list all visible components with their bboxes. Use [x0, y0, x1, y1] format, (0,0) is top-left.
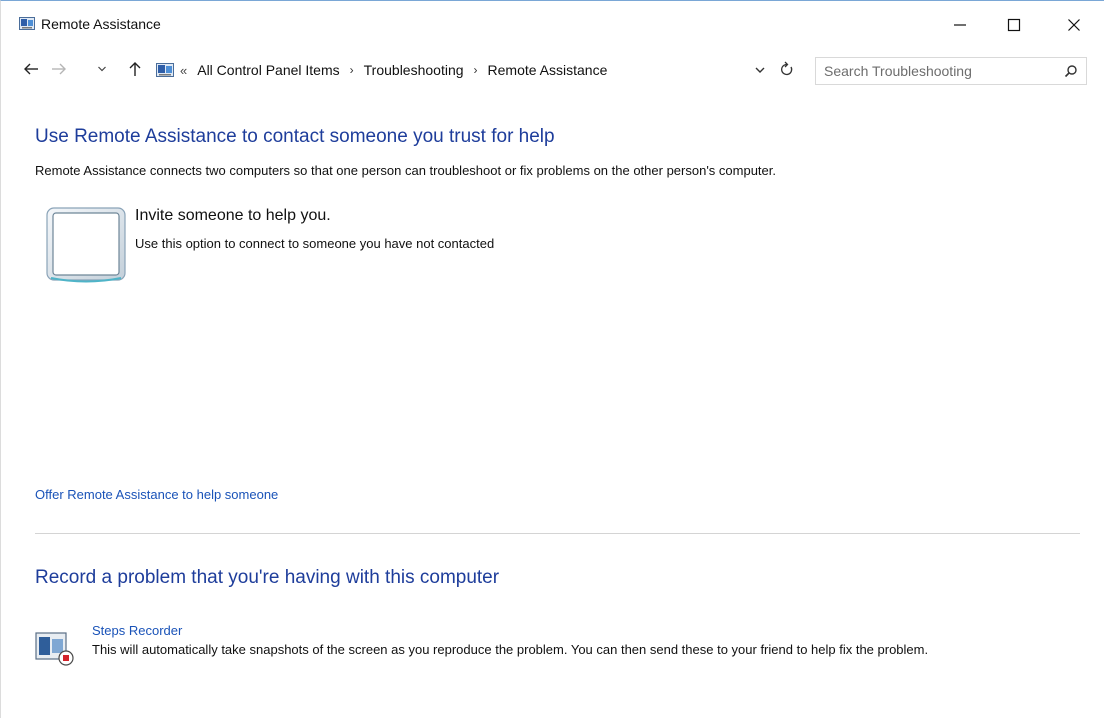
maximize-icon [1007, 18, 1021, 32]
address-bar[interactable]: « All Control Panel Items › Troubleshoot… [151, 55, 803, 85]
breadcrumb-separator[interactable]: › [350, 63, 354, 77]
window-title: Remote Assistance [41, 16, 161, 32]
invite-title[interactable]: Invite someone to help you. [135, 207, 331, 225]
search-box[interactable]: Search Troubleshooting [815, 57, 1087, 85]
search-icon[interactable] [1064, 64, 1078, 78]
invite-subtitle: Use this option to connect to someone yo… [135, 236, 495, 251]
steps-recorder-option[interactable]: Steps Recorder This will automatically t… [35, 621, 1085, 681]
back-button[interactable] [19, 57, 43, 81]
steps-recorder-description: This will automatically take snapshots o… [92, 642, 929, 657]
navigation-bar: « All Control Panel Items › Troubleshoot… [1, 49, 1104, 89]
close-icon [1068, 19, 1080, 31]
page-description: Remote Assistance connects two computers… [35, 163, 776, 178]
recent-locations-button[interactable] [95, 57, 109, 81]
remote-assistance-window: Remote Assistance « All Control Panel It… [0, 0, 1104, 718]
refresh-icon [781, 61, 793, 76]
steps-recorder-icon [35, 632, 74, 666]
forward-button[interactable] [47, 57, 71, 81]
page-title: Use Remote Assistance to contact someone… [35, 126, 555, 147]
steps-recorder-link[interactable]: Steps Recorder [92, 623, 182, 638]
maximize-button[interactable] [991, 5, 1037, 45]
address-history-button[interactable] [754, 62, 766, 78]
section-divider [35, 533, 1080, 534]
breadcrumb-separator[interactable]: › [474, 63, 478, 77]
minimize-button[interactable] [937, 5, 983, 45]
monitor-icon [46, 207, 126, 283]
remote-assistance-icon [19, 17, 35, 30]
search-input[interactable]: Search Troubleshooting [824, 63, 972, 79]
close-button[interactable] [1051, 5, 1097, 45]
breadcrumb-remote-assistance[interactable]: Remote Assistance [488, 62, 608, 78]
control-panel-icon [156, 63, 174, 77]
back-arrow-icon [24, 63, 38, 75]
up-arrow-icon [129, 62, 141, 76]
invite-someone-option[interactable]: Invite someone to help you. Use this opt… [45, 205, 645, 285]
forward-arrow-icon [52, 63, 66, 75]
breadcrumb-all-control-panel-items[interactable]: All Control Panel Items [197, 62, 339, 78]
chevron-down-icon [98, 66, 106, 72]
breadcrumb-troubleshooting[interactable]: Troubleshooting [364, 62, 464, 78]
refresh-button[interactable] [780, 61, 794, 80]
minimize-icon [954, 24, 966, 26]
offer-remote-assistance-link[interactable]: Offer Remote Assistance to help someone [35, 487, 278, 502]
chevron-down-icon [755, 67, 765, 73]
record-section-title: Record a problem that you're having with… [35, 567, 500, 588]
breadcrumb-overflow[interactable]: « [180, 63, 187, 78]
up-button[interactable] [123, 57, 147, 81]
title-bar: Remote Assistance [1, 1, 1104, 49]
